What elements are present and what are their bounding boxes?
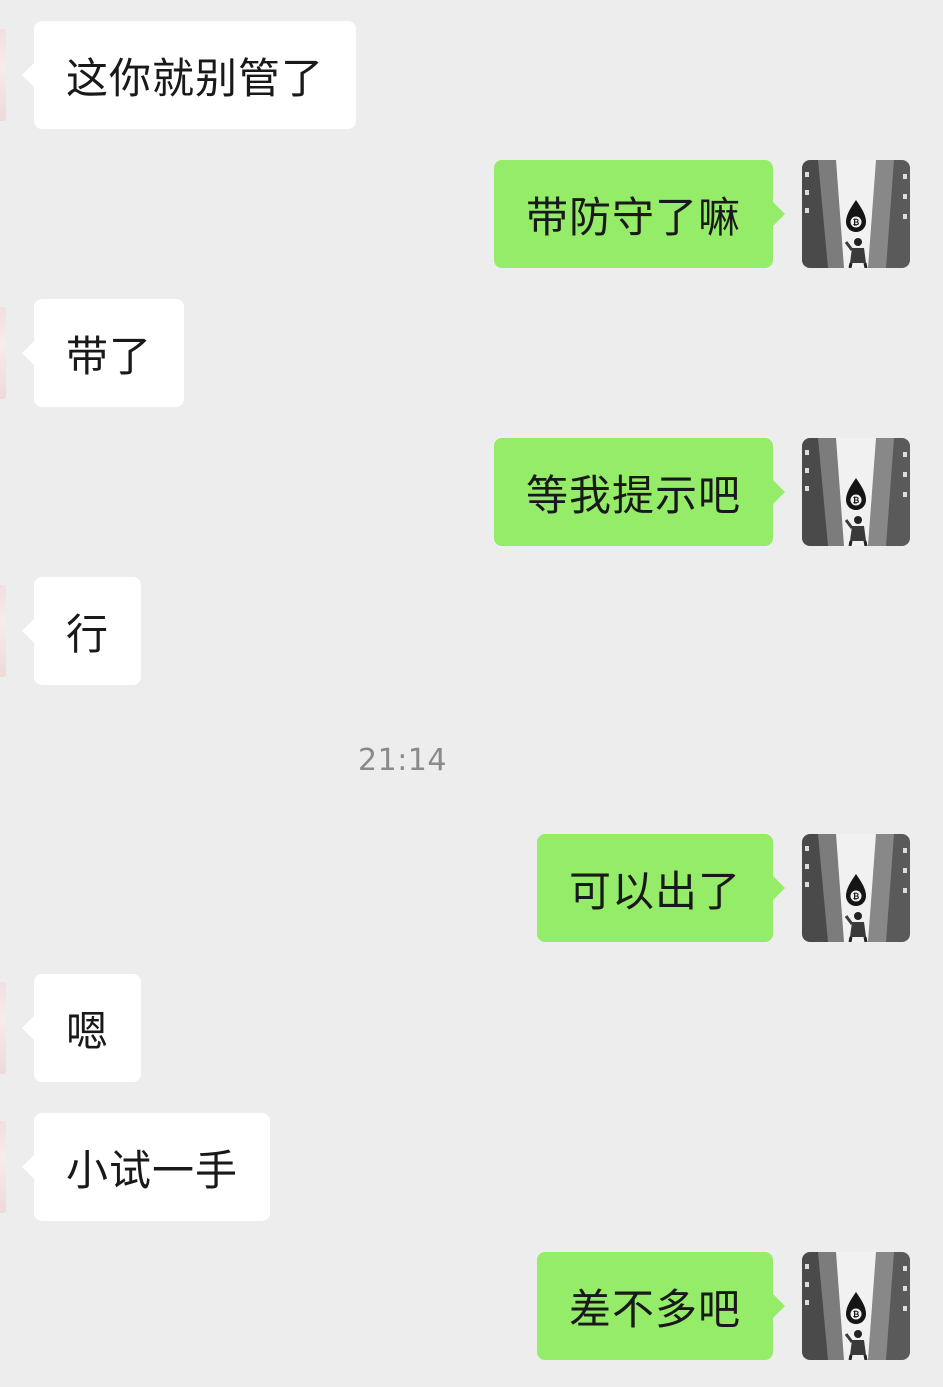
- message-bubble[interactable]: 嗯: [21, 974, 142, 1082]
- contact-avatar-edge[interactable]: [0, 307, 6, 399]
- svg-text:₿: ₿: [853, 1310, 860, 1319]
- svg-text:₿: ₿: [853, 218, 860, 227]
- message-row-incoming: 行: [0, 577, 943, 685]
- user-avatar[interactable]: ₿: [802, 1252, 910, 1360]
- message-bubble[interactable]: 可以出了: [536, 834, 786, 942]
- message-bubble[interactable]: 这你就别管了: [21, 21, 357, 129]
- user-avatar[interactable]: ₿: [802, 160, 910, 268]
- message-row-outgoing: 差不多吧 ₿: [0, 1252, 943, 1360]
- contact-avatar-edge[interactable]: [0, 1121, 6, 1213]
- message-bubble[interactable]: 带了: [21, 299, 185, 407]
- chat-timestamp: 21:14: [358, 743, 447, 778]
- bitcoin-street-avatar-icon: ₿: [802, 160, 910, 268]
- user-avatar[interactable]: ₿: [802, 834, 910, 942]
- message-bubble[interactable]: 差不多吧: [536, 1252, 786, 1360]
- message-bubble[interactable]: 行: [21, 577, 142, 685]
- message-row-incoming: 嗯: [0, 974, 943, 1082]
- user-avatar[interactable]: ₿: [802, 438, 910, 546]
- message-row-outgoing: 等我提示吧 ₿: [0, 438, 943, 546]
- contact-avatar-edge[interactable]: [0, 29, 6, 121]
- svg-text:₿: ₿: [853, 496, 860, 505]
- svg-text:₿: ₿: [853, 892, 860, 901]
- message-row-outgoing: 带防守了嘛 ₿: [0, 160, 943, 268]
- message-row-outgoing: 可以出了 ₿: [0, 834, 943, 942]
- message-bubble[interactable]: 带防守了嘛: [493, 160, 786, 268]
- bitcoin-street-avatar-icon: ₿: [802, 438, 910, 546]
- message-bubble[interactable]: 小试一手: [21, 1113, 271, 1221]
- contact-avatar-edge[interactable]: [0, 585, 6, 677]
- message-row-incoming: 小试一手: [0, 1113, 943, 1221]
- message-row-incoming: 这你就别管了: [0, 21, 943, 129]
- message-bubble[interactable]: 等我提示吧: [493, 438, 786, 546]
- message-row-incoming: 带了: [0, 299, 943, 407]
- bitcoin-street-avatar-icon: ₿: [802, 834, 910, 942]
- contact-avatar-edge[interactable]: [0, 982, 6, 1074]
- bitcoin-street-avatar-icon: ₿: [802, 1252, 910, 1360]
